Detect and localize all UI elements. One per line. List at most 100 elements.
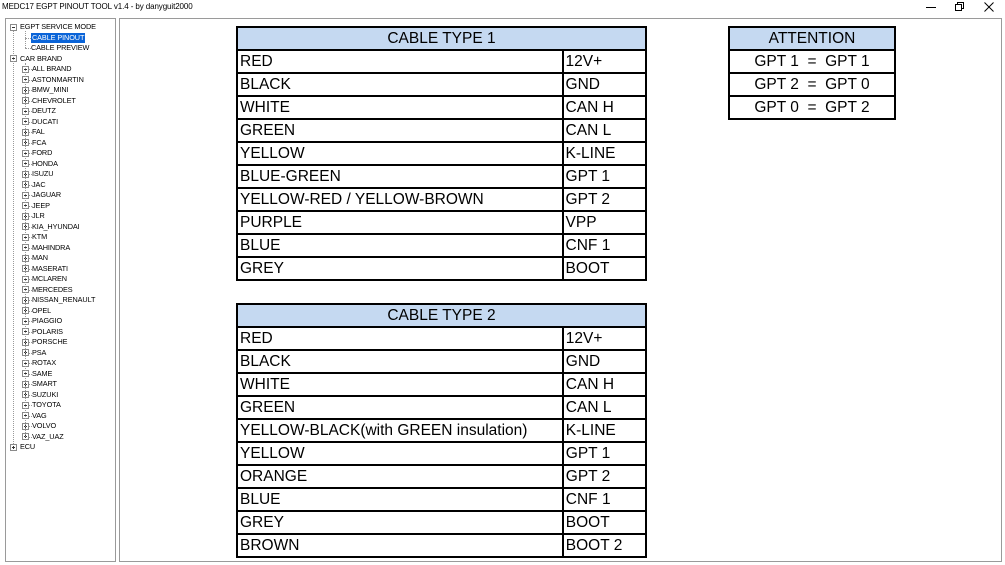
tree-node-vag[interactable]: VAG: [6, 411, 115, 422]
tree-node-deutz[interactable]: DEUTZ: [6, 106, 115, 117]
attention-title: ATTENTION: [728, 26, 896, 51]
tree-node-jaguar[interactable]: JAGUAR: [6, 190, 115, 201]
wire-color: WHITE: [236, 372, 564, 397]
tree-node-ford[interactable]: FORD: [6, 148, 115, 159]
tree-node-man[interactable]: MAN: [6, 253, 115, 264]
tree-item-cable-preview[interactable]: CABLE PREVIEW: [6, 43, 115, 54]
tree-node-ktm-label: KTM: [32, 232, 48, 241]
cable-type-2-row: YELLOW GPT 1: [236, 441, 648, 466]
cable-type-2-row: ORANGE GPT 2: [236, 464, 648, 489]
cable-type-2-row: BLUE CNF 1: [236, 487, 648, 512]
signal-name: CNF 1: [561, 233, 648, 258]
tree-node-mahindra-label: MAHINDRA: [32, 242, 71, 252]
navigation-tree[interactable]: EGPT SERVICE MODE CABLE PINOUT CABLE PREVI…: [5, 18, 116, 562]
tree-connector: [25, 31, 26, 48]
tree-node-jlr[interactable]: JLR: [6, 211, 115, 222]
tree-node-kia-hyundai-label: KIA_HYUNDAI: [32, 221, 80, 231]
cable-type-2-row: GREEN CAN L: [236, 395, 648, 420]
tree-node-polaris[interactable]: POLARIS: [6, 327, 115, 338]
tree-node-jeep[interactable]: JEEP: [6, 201, 115, 212]
tree-node-isuzu[interactable]: ISUZU: [6, 169, 115, 180]
wire-color: ORANGE: [236, 464, 564, 489]
tree-node-ecu[interactable]: ECU: [6, 442, 115, 453]
tree-node-ford-label: FORD: [32, 148, 53, 157]
tree-node-smart[interactable]: SMART: [6, 379, 115, 390]
tree-node-psa[interactable]: PSA: [6, 348, 115, 359]
cable-type-2-row: BLACK GND: [236, 349, 648, 374]
tree-node-mercedes[interactable]: MERCEDES: [6, 285, 115, 296]
tree-connector: [13, 31, 14, 444]
tree-node-ktm[interactable]: KTM: [6, 232, 115, 243]
expand-icon[interactable]: [10, 443, 17, 451]
tree-node-polaris-label: POLARIS: [32, 326, 63, 336]
tree-node-same[interactable]: SAME: [6, 369, 115, 380]
tree-node-fca[interactable]: FCA: [6, 138, 115, 149]
tree-node-jac-label: JAC: [32, 179, 46, 189]
tree-node-maserati-label: MASERATI: [32, 263, 68, 273]
tree-node-car-brand[interactable]: CAR BRAND: [6, 54, 115, 65]
signal-name: K-LINE: [561, 141, 648, 166]
tree-node-bmw-mini-label: BMW_MINI: [32, 85, 69, 94]
signal-name: 12V+: [561, 49, 648, 74]
tree-node-jac[interactable]: JAC: [6, 180, 115, 191]
tree-node-opel[interactable]: OPEL: [6, 306, 115, 317]
tree-node-nissan-renault-label: NISSAN_RENAULT: [32, 295, 96, 304]
tree-node-toyota[interactable]: TOYOTA: [6, 400, 115, 411]
tree-item-cable-pinout-label: CABLE PINOUT: [31, 32, 86, 43]
wire-color: WHITE: [236, 95, 564, 120]
tree-node-maserati[interactable]: MASERATI: [6, 264, 115, 275]
close-button[interactable]: [975, 0, 1003, 14]
tree-node-vaz-uaz[interactable]: VAZ_UAZ: [6, 432, 115, 443]
cable-type-2-row: WHITE CAN H: [236, 372, 648, 397]
attention-row: GPT 2 = GPT 0: [728, 72, 896, 97]
wire-color: PURPLE: [236, 210, 564, 235]
tree-node-porsche[interactable]: PORSCHE: [6, 337, 115, 348]
cable-type-2-row: RED 12V+: [236, 326, 648, 351]
tree-connector: [25, 62, 26, 437]
wire-color: GREEN: [236, 395, 564, 420]
wire-color: RED: [236, 49, 564, 74]
tree-node-mahindra[interactable]: MAHINDRA: [6, 243, 115, 254]
signal-name: K-LINE: [561, 418, 648, 443]
signal-name: CNF 1: [561, 487, 648, 512]
cable-type-2-table: CABLE TYPE 2 RED 12V+ BLACK GND WHITE CAN H GR…: [236, 303, 648, 558]
content-panel: CABLE TYPE 1 RED 12V+ BLACK GND WHITE CAN H GR…: [119, 18, 1002, 562]
cable-type-1-row: YELLOW-RED / YELLOW-BROWN GPT 2: [236, 187, 648, 212]
tree-item-cable-pinout[interactable]: CABLE PINOUT: [6, 32, 115, 44]
wire-color: YELLOW: [236, 141, 564, 166]
tree-node-volvo[interactable]: VOLVO: [6, 421, 115, 432]
signal-name: GPT 2: [561, 187, 648, 212]
minimize-button[interactable]: [917, 0, 945, 14]
title-bar: MEDC17 EGPT PINOUT TOOL v1.4 - by danygu…: [0, 0, 1005, 15]
tree-node-rotax[interactable]: ROTAX: [6, 358, 115, 369]
minimize-icon: [926, 7, 936, 8]
tree-node-fal[interactable]: FAL: [6, 127, 115, 138]
tree-node-nissan-renault[interactable]: NISSAN_RENAULT: [6, 295, 115, 306]
tree-node-ducati[interactable]: DUCATI: [6, 117, 115, 128]
tree-node-egpt-service-mode[interactable]: EGPT SERVICE MODE: [6, 22, 115, 33]
signal-name: GPT 1: [561, 441, 648, 466]
tree-node-piaggio[interactable]: PIAGGIO: [6, 316, 115, 327]
tree-node-all-brand[interactable]: ALL BRAND: [6, 64, 115, 75]
tree-node-astonmartin[interactable]: ASTONMARTIN: [6, 75, 115, 86]
tree-node-same-label: SAME: [32, 368, 53, 378]
wire-color: YELLOW-BLACK(with GREEN insulation): [236, 418, 564, 443]
collapse-icon[interactable]: [10, 23, 17, 31]
tree-node-suzuki[interactable]: SUZUKI: [6, 390, 115, 401]
cable-type-1-row: PURPLE VPP: [236, 210, 648, 235]
restore-button[interactable]: [946, 0, 974, 14]
tree-node-mclaren[interactable]: MCLAREN: [6, 274, 115, 285]
signal-name: 12V+: [561, 326, 648, 351]
tree-node-vag-label: VAG: [32, 410, 47, 420]
wire-color: BLACK: [236, 72, 564, 97]
tree-node-car-brand-label: CAR BRAND: [20, 53, 63, 63]
tree-node-kia-hyundai[interactable]: KIA_HYUNDAI: [6, 222, 115, 233]
tree-node-honda[interactable]: HONDA: [6, 159, 115, 170]
cable-type-1-table: CABLE TYPE 1 RED 12V+ BLACK GND WHITE CAN H GR…: [236, 26, 648, 281]
tree-node-bmw-mini[interactable]: BMW_MINI: [6, 85, 115, 96]
attention-row: GPT 0 = GPT 2: [728, 95, 896, 120]
signal-name: CAN H: [561, 372, 648, 397]
tree-node-chevrolet[interactable]: CHEVROLET: [6, 96, 115, 107]
attention-table: ATTENTION GPT 1 = GPT 1 GPT 2 = GPT 0 GPT …: [728, 26, 896, 120]
tree-node-ecu-label: ECU: [20, 442, 36, 451]
